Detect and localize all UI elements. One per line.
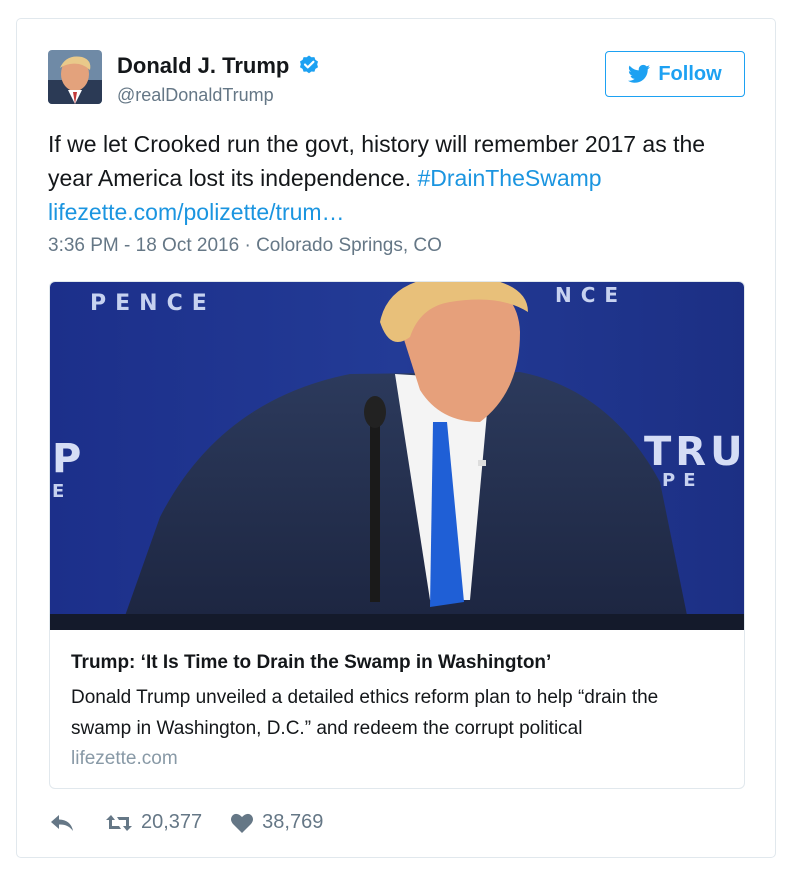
backdrop-text-right: TRU [644,429,745,475]
backdrop-text-left-mid: P [52,436,81,482]
retweet-button[interactable]: 20,377 [105,811,202,834]
author-name[interactable]: Donald J. Trump [117,53,289,79]
backdrop-text-right-top: NCE [555,283,627,307]
tweet-actions: 20,377 38,769 [49,811,323,834]
backdrop-text-left-sub: E [52,481,64,502]
card-description: Donald Trump unveiled a detailed ethics … [71,687,659,739]
author-row: Donald J. Trump [117,53,321,79]
meta-separator: · [244,235,251,256]
follow-button[interactable]: Follow [605,51,745,97]
twitter-bird-icon [628,64,651,83]
follow-label: Follow [658,62,722,85]
tweet-text: If we let Crooked run the govt, history … [48,127,753,229]
avatar[interactable] [48,50,102,104]
lapel-pin [478,460,486,466]
link-preview-card[interactable]: PENCE NCE TRU PE P E Trump: ‘It Is Time … [49,281,745,789]
retweet-icon [106,814,132,831]
microphone-stand [370,402,380,602]
location[interactable]: Colorado Springs, CO [256,235,442,256]
tweet-card: Donald J. Trump @realDonaldTrump Follow … [16,18,776,858]
hashtag-link[interactable]: #DrainTheSwamp [417,165,601,191]
tweet-body: If we let Crooked run the govt, history … [48,131,706,191]
reply-icon [51,814,73,831]
avatar-image [48,50,102,104]
verified-badge-icon [300,55,319,74]
backdrop-text-left: PENCE [90,291,216,316]
backdrop-text-right-sub: PE [662,470,704,491]
card-title: Trump: ‘It Is Time to Drain the Swamp in… [71,652,552,673]
podium-edge [50,614,744,630]
author-handle[interactable]: @realDonaldTrump [117,85,274,106]
card-image[interactable]: PENCE NCE TRU PE P E [50,282,745,630]
timestamp[interactable]: 3:36 PM - 18 Oct 2016 [48,235,239,256]
like-count: 38,769 [262,811,324,833]
heart-icon [231,813,254,833]
article-link[interactable]: lifezette.com/polizette/trum… [48,199,345,225]
reply-button[interactable] [49,812,75,834]
tweet-meta: 3:36 PM - 18 Oct 2016 · Colorado Springs… [48,235,442,257]
card-domain: lifezette.com [71,748,178,769]
retweet-count: 20,377 [141,811,203,833]
microphone-head [364,396,386,428]
like-button[interactable]: 38,769 [230,811,323,834]
